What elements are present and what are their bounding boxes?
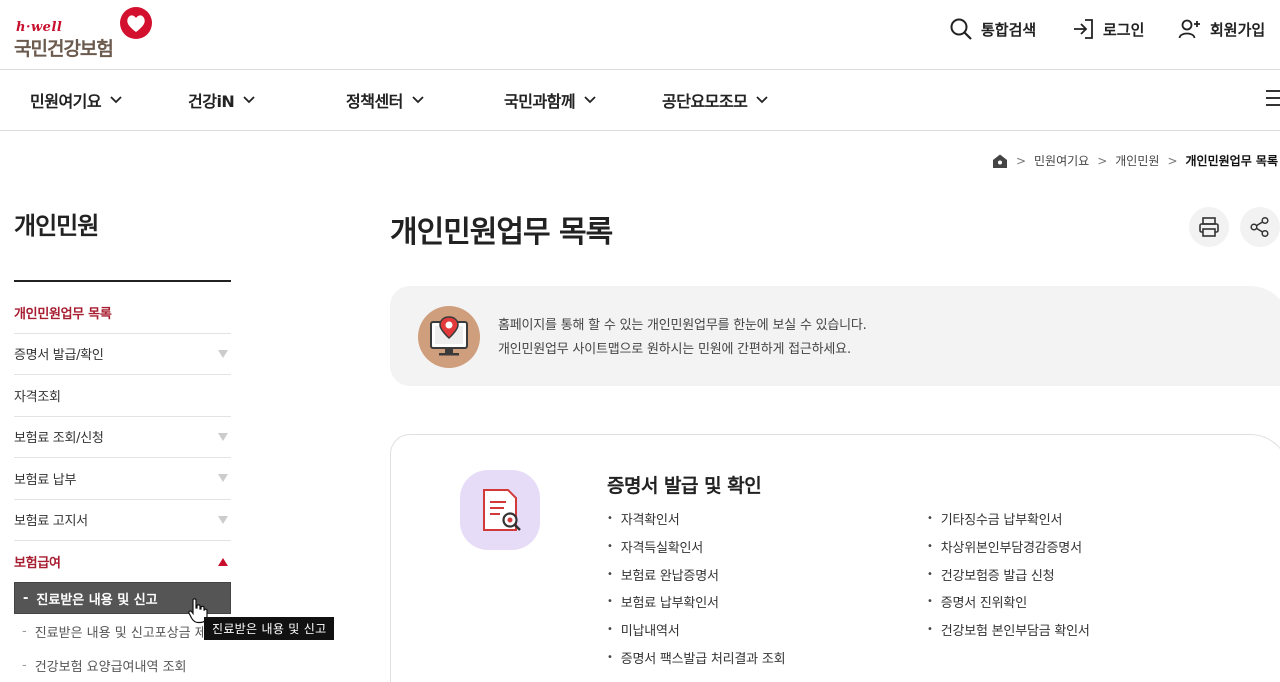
card-link[interactable]: 미납내역서: [607, 616, 785, 644]
intro-icon-circle: [418, 306, 480, 368]
breadcrumb-separator: >: [1167, 153, 1178, 168]
triangle-down-icon: [218, 349, 228, 358]
lnb-title: 개인민원: [14, 212, 99, 240]
local-nav: 개인민원업무 목록 증명서 발급/확인 자격조회 보험료 조회/신청 보험료 납…: [14, 292, 231, 583]
tooltip: 진료받은 내용 및 신고: [204, 617, 335, 640]
login-link[interactable]: 로그인: [1071, 18, 1144, 40]
intro-box: 홈페이지를 통해 할 수 있는 개인민원업무를 한눈에 보실 수 있습니다. 개…: [390, 286, 1280, 386]
lnb-item-benefits[interactable]: 보험급여: [14, 541, 231, 583]
heart-logo-icon: [120, 7, 152, 39]
print-icon: [1199, 217, 1219, 237]
card-list-right: 기타징수금 납부확인서 차상위본인부담경감증명서 건강보험증 발급 신청 증명서…: [927, 505, 1090, 643]
card-link[interactable]: 자격득실확인서: [607, 533, 785, 561]
card-list-left: 자격확인서 자격득실확인서 보험료 완납증명서 보험료 납부확인서 미납내역서 …: [607, 505, 786, 671]
breadcrumb-item[interactable]: 민원여기요: [1034, 152, 1089, 169]
gnb-label: 공단요모조모: [662, 92, 748, 111]
dash-icon: -: [22, 657, 27, 673]
lnb-divider: [14, 280, 231, 282]
logo-sub-text: h·well: [16, 20, 63, 35]
service-card: 증명서 발급 및 확인 자격확인서 자격득실확인서 보험료 완납증명서 보험료 …: [390, 434, 1280, 682]
card-link[interactable]: 증명서 팩스발급 처리결과 조회: [607, 643, 786, 671]
logo[interactable]: h·well 국민건강보험: [14, 7, 159, 60]
card-icon-box: [460, 470, 540, 550]
chevron-down-icon: [243, 96, 255, 104]
lnb-label: 보험급여: [14, 556, 61, 572]
login-label: 로그인: [1103, 20, 1145, 39]
gnb-label: 건강iN: [188, 92, 235, 111]
breadcrumb-current: 개인민원업무 목록: [1185, 154, 1279, 168]
triangle-down-icon: [218, 515, 228, 524]
login-icon: [1074, 19, 1093, 39]
lnb-label: 보험료 고지서: [14, 514, 88, 530]
chevron-down-icon: [412, 96, 424, 104]
lnb-item-certificate[interactable]: 증명서 발급/확인: [14, 334, 231, 375]
print-button[interactable]: [1189, 207, 1229, 247]
user-plus-icon: [1178, 19, 1200, 39]
gnb-label: 정책센터: [346, 92, 403, 111]
lnb-sub-list: - 진료받은 내용 및 신고 - 진료받은 내용 및 신고포상금 제 - 건강보험 요…: [14, 582, 231, 682]
lnb-label: 증명서 발급/확인: [14, 348, 104, 364]
triangle-down-icon: [218, 474, 228, 483]
share-button[interactable]: [1240, 207, 1280, 247]
lnb-item-premium-inquiry[interactable]: 보험료 조회/신청: [14, 417, 231, 458]
lnb-item-premium-payment[interactable]: 보험료 납부: [14, 458, 231, 500]
page-title: 개인민원업무 목록: [390, 215, 613, 250]
lnb-sub-label: 진료받은 내용 및 신고: [36, 592, 158, 608]
lnb-label: 보험료 납부: [14, 472, 77, 488]
chevron-down-icon: [584, 96, 596, 104]
dash-icon: -: [23, 590, 29, 606]
lnb-label: 자격조회: [14, 389, 61, 405]
menu-icon[interactable]: [1266, 90, 1280, 110]
card-link[interactable]: 증명서 진위확인: [927, 588, 1090, 616]
lnb-sub-label: 건강보험 요양급여내역 조회: [34, 659, 187, 675]
lnb-sub-item[interactable]: - 건강보험 요양급여내역 조회: [14, 648, 231, 682]
gnb-label: 민원여기요: [30, 92, 102, 111]
search-label: 통합검색: [981, 20, 1037, 39]
lnb-sub-label: 진료받은 내용 및 신고포상금 제: [34, 625, 207, 641]
dash-icon: -: [22, 623, 27, 639]
gnb-item-people[interactable]: 국민과함께: [504, 88, 597, 112]
lnb-label: 개인민원업무 목록: [14, 306, 112, 322]
top-header: h·well 국민건강보험 통합검색 로그인 회원가입: [0, 0, 1280, 70]
card-link[interactable]: 자격확인서: [607, 505, 785, 533]
intro-line: 개인민원업무 사이트맵으로 원하시는 민원에 간편하게 접근하세요.: [498, 342, 851, 357]
gnb-item-civil[interactable]: 민원여기요: [30, 88, 123, 112]
breadcrumb-separator: >: [1097, 153, 1108, 168]
lnb-item-qualification[interactable]: 자격조회: [14, 375, 231, 417]
lnb-item-premium-notice[interactable]: 보험료 고지서: [14, 500, 231, 541]
search-icon: [950, 18, 972, 40]
gnb-item-health[interactable]: 건강iN: [188, 88, 256, 112]
gnb-label: 국민과함께: [504, 92, 576, 111]
gnb-item-about[interactable]: 공단요모조모: [662, 88, 769, 112]
global-nav: 민원여기요 건강iN 정책센터 국민과함께 공단요모조모: [0, 70, 1280, 131]
breadcrumb-separator: >: [1015, 153, 1026, 168]
intro-line: 홈페이지를 통해 할 수 있는 개인민원업무를 한눈에 보실 수 있습니다.: [498, 318, 867, 333]
triangle-up-icon: [218, 557, 228, 566]
monitor-location-icon: [430, 316, 468, 356]
signup-label: 회원가입: [1210, 20, 1266, 39]
gnb-item-policy[interactable]: 정책센터: [346, 88, 425, 112]
breadcrumb: > 민원여기요 > 개인민원 > 개인민원업무 목록: [992, 152, 1278, 169]
card-link[interactable]: 기타징수금 납부확인서: [927, 505, 1090, 533]
document-search-icon: [483, 489, 521, 531]
card-title: 증명서 발급 및 확인: [607, 475, 762, 497]
search-link[interactable]: 통합검색: [949, 18, 1036, 40]
home-icon[interactable]: [992, 153, 1008, 169]
signup-link[interactable]: 회원가입: [1178, 18, 1265, 40]
intro-text: 홈페이지를 통해 할 수 있는 개인민원업무를 한눈에 보실 수 있습니다. 개…: [498, 314, 867, 362]
card-link[interactable]: 보험료 납부확인서: [607, 588, 785, 616]
card-link[interactable]: 보험료 완납증명서: [607, 560, 785, 588]
triangle-down-icon: [218, 432, 228, 441]
lnb-item-list[interactable]: 개인민원업무 목록: [14, 292, 231, 334]
logo-main-text: 국민건강보험: [14, 38, 114, 60]
lnb-label: 보험료 조회/신청: [14, 431, 104, 447]
share-icon: [1250, 216, 1269, 238]
card-link[interactable]: 건강보험 본인부담금 확인서: [927, 616, 1090, 644]
card-link[interactable]: 차상위본인부담경감증명서: [927, 533, 1090, 561]
chevron-down-icon: [110, 96, 122, 104]
card-link[interactable]: 건강보험증 발급 신청: [927, 560, 1090, 588]
breadcrumb-item[interactable]: 개인민원: [1115, 152, 1159, 169]
chevron-down-icon: [756, 96, 768, 104]
